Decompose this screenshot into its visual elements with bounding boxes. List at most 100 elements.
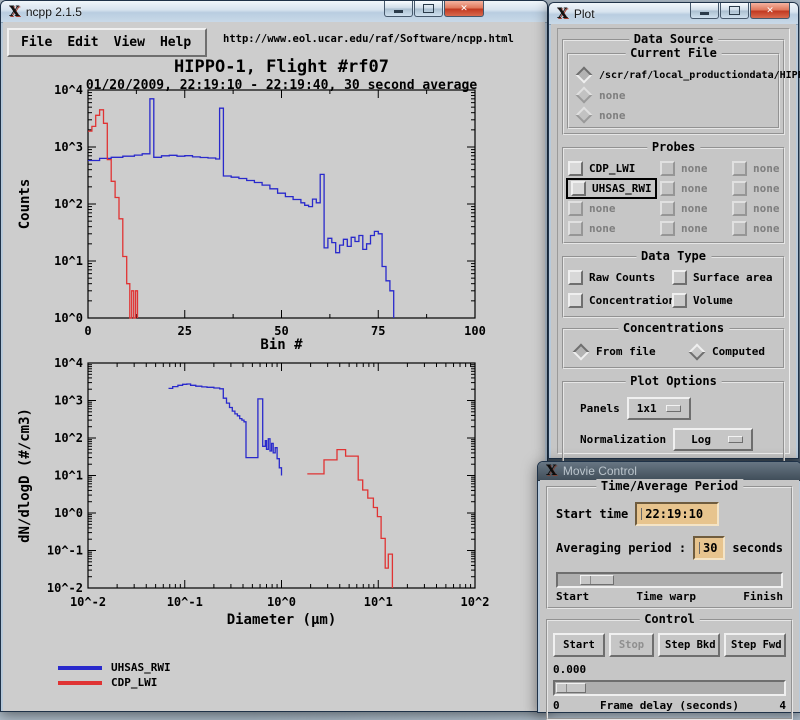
checkbox-icon <box>732 181 747 196</box>
svg-text:10^-1: 10^-1 <box>167 595 203 609</box>
checkbox-icon <box>660 221 675 236</box>
radio-selected-icon <box>573 343 590 360</box>
start-time-field[interactable]: 22:19:10 <box>635 502 719 526</box>
file-none-label: none <box>599 89 626 102</box>
frame-delay-value: 0.000 <box>553 663 786 676</box>
checkbox-icon <box>568 221 583 236</box>
normalization-value: Log <box>683 433 719 446</box>
stop-button[interactable]: Stop <box>609 633 654 657</box>
svg-text:dN/dlogD (#/cm3): dN/dlogD (#/cm3) <box>17 408 33 543</box>
svg-text:50: 50 <box>274 324 288 338</box>
checkbox-icon <box>660 201 675 216</box>
checkbox-icon <box>568 201 583 216</box>
time-slider-labels: Start Time warp Finish <box>556 590 783 603</box>
probe-none: none <box>568 199 660 218</box>
radio-selected-icon <box>576 67 593 84</box>
minimize-icon <box>700 12 709 15</box>
option-label: Volume <box>693 294 733 307</box>
maximize-button[interactable] <box>720 3 749 19</box>
file-option-none-2: none <box>571 105 776 125</box>
radio-from-file[interactable]: From file <box>572 342 656 361</box>
ncpp-caption-buttons: ✕ <box>384 1 484 17</box>
control-buttons: Start Stop Step Bkd Step Fwd <box>553 633 786 657</box>
start-button[interactable]: Start <box>553 633 605 657</box>
file-option-current[interactable]: /scr/raf/local_productiondata/HIPPO- <box>571 65 776 85</box>
data-type-title: Data Type <box>636 249 711 263</box>
time-slider-handle[interactable] <box>580 575 614 585</box>
svg-text:10^-2: 10^-2 <box>70 595 106 609</box>
time-average-title: Time/Average Period <box>596 479 743 493</box>
panels-dropdown[interactable]: 1x1 <box>627 397 691 420</box>
scale-max-label: 4 <box>779 699 786 712</box>
check-raw-counts[interactable]: Raw Counts <box>568 268 672 287</box>
data-type-group: Data Type Raw Counts Surface area Concen… <box>562 256 785 318</box>
file-option-none-1: none <box>571 85 776 105</box>
movie-control-window: X Movie Control Time/Average Period Star… <box>537 461 800 713</box>
checkbox-icon <box>571 181 586 196</box>
scale-min-label: 0 <box>553 699 560 712</box>
start-time-value: 22:19:10 <box>645 507 703 521</box>
frame-delay-slider[interactable] <box>553 680 786 696</box>
probes-title: Probes <box>647 140 700 154</box>
svg-text:100: 100 <box>464 324 486 338</box>
frame-delay-handle[interactable] <box>556 683 586 693</box>
probe-label: none <box>753 162 780 175</box>
step-fwd-button[interactable]: Step Fwd <box>724 633 786 657</box>
probe-label: none <box>753 222 780 235</box>
x11-logo-icon: X <box>546 464 557 478</box>
movie-window-content: Time/Average Period Start time 22:19:10 … <box>540 480 799 712</box>
checkbox-icon <box>732 201 747 216</box>
svg-text:10^1: 10^1 <box>54 469 83 483</box>
averaging-period-value: 30 <box>703 541 717 555</box>
minimize-button[interactable] <box>690 3 719 19</box>
file-none-label: none <box>599 109 626 122</box>
probe-label: none <box>681 202 708 215</box>
plot-titlebar: X Plot ✕ <box>549 3 798 25</box>
averaging-period-row: Averaging period : 30 seconds <box>556 536 783 560</box>
file-path-label: /scr/raf/local_productiondata/HIPPO- <box>599 70 800 81</box>
data-type-grid: Raw Counts Surface area Concentrations V… <box>568 268 779 310</box>
radio-icon <box>689 343 706 360</box>
probe-label: none <box>753 182 780 195</box>
svg-text:Bin #: Bin # <box>260 337 303 353</box>
legend-item-uhsas: UHSAS_RWI <box>58 660 171 675</box>
check-concentrations[interactable]: Concentrations <box>568 291 672 310</box>
data-source-title: Data Source <box>629 32 718 46</box>
probes-group: Probes CDP_LWI none none <box>562 147 785 244</box>
maximize-button[interactable] <box>414 1 443 17</box>
normalization-dropdown[interactable]: Log <box>673 428 753 451</box>
option-label: From file <box>596 345 656 358</box>
time-slider[interactable] <box>556 572 783 588</box>
close-button[interactable]: ✕ <box>750 3 790 19</box>
radio-computed[interactable]: Computed <box>688 342 765 361</box>
option-label: Computed <box>712 345 765 358</box>
checkbox-icon <box>568 293 583 308</box>
averaging-period-field[interactable]: 30 <box>693 536 725 560</box>
check-surface-area[interactable]: Surface area <box>672 268 779 287</box>
option-label: Concentrations <box>589 294 682 307</box>
x11-logo-icon: X <box>9 5 20 19</box>
plot-window: X Plot ✕ Data Source Current File /scr/r… <box>548 2 799 459</box>
legend-swatch-cdp <box>58 681 102 685</box>
text-cursor <box>699 542 700 554</box>
maximize-icon <box>423 4 434 13</box>
svg-text:10^4: 10^4 <box>54 83 83 97</box>
panels-value: 1x1 <box>637 402 657 415</box>
checkbox-icon <box>672 270 687 285</box>
option-menu-icon <box>728 436 743 443</box>
option-label: Raw Counts <box>589 271 655 284</box>
time-average-group: Time/Average Period Start time 22:19:10 … <box>546 486 793 609</box>
minimize-button[interactable] <box>384 1 413 17</box>
legend-item-cdp: CDP_LWI <box>58 675 171 690</box>
svg-text:10^-2: 10^-2 <box>47 581 83 595</box>
plot-caption-buttons: ✕ <box>690 3 790 19</box>
probe-cdp-lwi[interactable]: CDP_LWI <box>568 159 660 178</box>
probe-uhsas-rwi[interactable]: UHSAS_RWI <box>568 179 660 198</box>
maximize-icon <box>729 6 740 15</box>
keyboard-focus-outline: UHSAS_RWI <box>568 180 655 197</box>
check-volume[interactable]: Volume <box>672 291 779 310</box>
svg-text:0: 0 <box>84 324 91 338</box>
control-group: Control Start Stop Step Bkd Step Fwd 0.0… <box>546 619 793 720</box>
close-button[interactable]: ✕ <box>444 1 484 17</box>
step-bkd-button[interactable]: Step Bkd <box>658 633 720 657</box>
